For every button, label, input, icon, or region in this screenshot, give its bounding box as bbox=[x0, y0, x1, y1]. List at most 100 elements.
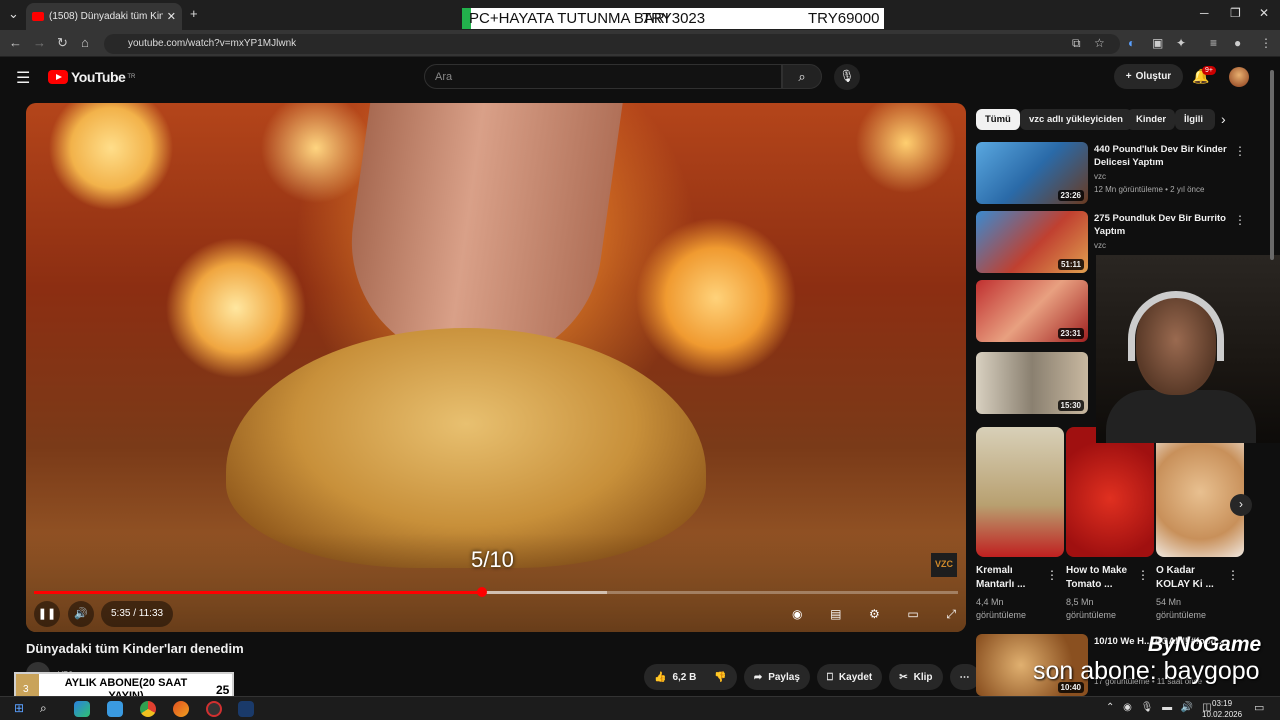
short-views: 4,4 Mn görüntüleme bbox=[976, 597, 1027, 620]
more-options-icon[interactable]: ⋮ bbox=[1046, 568, 1058, 582]
app-icon[interactable] bbox=[107, 701, 123, 717]
extension-2-icon[interactable]: ▣ bbox=[1152, 36, 1163, 50]
short-title[interactable]: O Kadar KOLAY Ki ... bbox=[1156, 564, 1226, 592]
video-player[interactable]: 5/10 VZC ❚❚ 🔊 5:35 / 11:33 ◉ ▤ ⚙ ▭ ⤢ bbox=[26, 103, 966, 632]
youtube-play-icon bbox=[48, 70, 68, 84]
recommendation-title[interactable]: 275 Poundluk Dev Bir Burrito Yaptım bbox=[1094, 212, 1234, 238]
thumbs-down-icon[interactable]: 👎 bbox=[714, 672, 726, 683]
short-title[interactable]: How to Make Tomato ... bbox=[1066, 564, 1138, 592]
firefox-icon[interactable] bbox=[173, 701, 189, 717]
chevron-right-icon[interactable]: › bbox=[1221, 111, 1226, 127]
taskbar-clock[interactable]: 03:19 10.02.2026 bbox=[1202, 698, 1242, 720]
more-options-icon[interactable]: ⋮ bbox=[1137, 568, 1149, 582]
puzzle-icon[interactable]: ✦ bbox=[1176, 36, 1186, 50]
new-tab-icon[interactable]: + bbox=[190, 6, 198, 22]
chrome-icon[interactable] bbox=[140, 701, 156, 717]
media-icon[interactable]: ≡ bbox=[1210, 36, 1217, 50]
video-thumbnail[interactable]: 51:11 bbox=[976, 211, 1088, 273]
search-button[interactable]: ⌕ bbox=[782, 64, 822, 89]
scissors-icon: ✂ bbox=[899, 671, 908, 683]
voice-search-button[interactable]: 🎙 bbox=[834, 64, 860, 90]
edge-icon[interactable] bbox=[74, 701, 90, 717]
search-icon[interactable]: ⌕ bbox=[40, 701, 56, 717]
maximize-icon[interactable]: ❐ bbox=[1230, 6, 1241, 20]
progress-played bbox=[34, 591, 483, 594]
short-views: 8,5 Mn görüntüleme bbox=[1066, 597, 1117, 620]
recommendation-channel[interactable]: vzc bbox=[1094, 241, 1106, 250]
more-options-icon[interactable]: ⋮ bbox=[1234, 213, 1246, 227]
donation-goal-text: PC+HAYATA TUTUNMA BARI bbox=[469, 10, 669, 27]
clip-button[interactable]: ✂ Klip bbox=[889, 664, 943, 690]
save-label: Kaydet bbox=[838, 671, 873, 683]
close-tab-icon[interactable]: ✕ bbox=[167, 10, 176, 23]
youtube-logo[interactable]: YouTube TR bbox=[48, 69, 135, 85]
page-scrollbar[interactable] bbox=[1270, 70, 1276, 690]
create-button[interactable]: + Oluştur bbox=[1114, 64, 1183, 89]
like-button[interactable]: 👍 6,2 B 👎 bbox=[644, 664, 737, 690]
chip-all[interactable]: Tümü bbox=[976, 109, 1020, 130]
video-title: Dünyadaki tüm Kinder'ları denedim bbox=[26, 641, 244, 656]
shorts-next-button[interactable]: › bbox=[1230, 494, 1252, 516]
share-button[interactable]: ➦ Paylaş bbox=[743, 664, 810, 690]
save-button[interactable]: ⎕ Kaydet bbox=[816, 664, 883, 690]
mute-button[interactable]: 🔊 bbox=[68, 601, 94, 627]
pause-button[interactable]: ❚❚ bbox=[34, 601, 60, 627]
reload-icon[interactable]: ↻ bbox=[57, 35, 68, 51]
recommendation-item[interactable]: 23:26 440 Pound'luk Dev Bir Kinder Delic… bbox=[976, 142, 1266, 206]
clock-date: 10.02.2026 bbox=[1202, 710, 1243, 719]
thumbs-up-icon: 👍 bbox=[654, 671, 667, 683]
url-field[interactable]: youtube.com/watch?v=mxYP1MJlwnk bbox=[104, 34, 1120, 54]
video-thumbnail[interactable]: 23:26 bbox=[976, 142, 1088, 204]
short-title[interactable]: Kremalı Mantarlı ... bbox=[976, 564, 1046, 592]
scrollbar-thumb[interactable] bbox=[1270, 70, 1274, 260]
extension-icon[interactable]: ◐ bbox=[1128, 36, 1135, 50]
minimize-icon[interactable]: ─ bbox=[1200, 6, 1209, 20]
notification-center-icon[interactable]: ▭ bbox=[1254, 701, 1270, 717]
browser-menu-icon[interactable]: ⋮ bbox=[1260, 36, 1272, 50]
notification-badge: 9+ bbox=[1202, 66, 1216, 75]
streamer-webcam bbox=[1096, 255, 1280, 443]
duration-badge: 23:26 bbox=[1057, 190, 1084, 201]
short-thumbnail[interactable] bbox=[976, 427, 1064, 557]
fullscreen-icon[interactable]: ⤢ bbox=[946, 607, 956, 622]
profile-icon[interactable]: ● bbox=[1234, 36, 1241, 50]
browser-tab[interactable]: (1508) Dünyadaki tüm Kinder'la ✕ bbox=[26, 3, 182, 30]
account-avatar[interactable] bbox=[1229, 67, 1249, 87]
chip-uploader[interactable]: vzc adlı yükleyiciden bbox=[1020, 109, 1132, 130]
chevron-right-icon: › bbox=[1239, 497, 1243, 511]
home-icon[interactable]: ⌂ bbox=[81, 35, 89, 50]
steam-icon[interactable] bbox=[238, 701, 254, 717]
video-thumbnail[interactable]: 15:30 bbox=[976, 352, 1088, 414]
short-thumbnail[interactable] bbox=[1066, 427, 1154, 557]
install-icon[interactable]: ⧉ bbox=[1072, 36, 1081, 51]
recommendation-channel[interactable]: vzc bbox=[1094, 172, 1106, 181]
channel-watermark[interactable]: VZC bbox=[931, 553, 957, 577]
system-tray[interactable]: ⌃ ◉ 🎙 ▬ 🔊 ◫ bbox=[1106, 702, 1215, 713]
back-icon[interactable]: ← bbox=[9, 35, 22, 50]
bookmark-star-icon[interactable]: ☆ bbox=[1094, 36, 1105, 50]
hamburger-menu-icon[interactable]: ☰ bbox=[16, 68, 30, 88]
recommendation-title[interactable]: 440 Pound'luk Dev Bir Kinder Delicesi Ya… bbox=[1094, 143, 1234, 169]
theater-mode-icon[interactable]: ▭ bbox=[907, 607, 918, 621]
search-input[interactable]: Ara bbox=[424, 64, 782, 89]
more-options-icon[interactable]: ⋮ bbox=[1227, 568, 1239, 582]
window-close-icon[interactable]: ✕ bbox=[1259, 6, 1269, 20]
forward-icon[interactable]: → bbox=[33, 35, 46, 50]
start-icon[interactable]: ⊞ bbox=[14, 701, 30, 717]
chip-kinder[interactable]: Kinder bbox=[1127, 109, 1176, 130]
more-options-icon[interactable]: ⋮ bbox=[1234, 144, 1246, 158]
settings-gear-icon[interactable]: ⚙ bbox=[869, 607, 880, 621]
video-actions: 👍 6,2 B 👎 ➦ Paylaş ⎕ Kaydet ✂ Klip ⋯ bbox=[644, 664, 980, 690]
video-thumbnail[interactable]: 23:31 bbox=[976, 280, 1088, 342]
tab-list-icon[interactable]: ⌄ bbox=[8, 6, 19, 22]
duration-badge: 23:31 bbox=[1057, 328, 1084, 339]
obs-icon[interactable] bbox=[206, 701, 222, 717]
address-toolbar: ← → ↻ ⌂ youtube.com/watch?v=mxYP1MJlwnk … bbox=[0, 30, 1280, 57]
short-thumbnail[interactable] bbox=[1156, 427, 1244, 557]
progress-bar[interactable] bbox=[34, 587, 958, 597]
browser-tabbar: ⌄ (1508) Dünyadaki tüm Kinder'la ✕ + PC+… bbox=[0, 0, 1280, 30]
chip-related[interactable]: İlgili bbox=[1175, 109, 1215, 130]
youtube-favicon-icon bbox=[32, 12, 44, 21]
subtitles-icon[interactable]: ▤ bbox=[830, 607, 841, 621]
autoplay-toggle-icon[interactable]: ◉ bbox=[792, 607, 802, 621]
